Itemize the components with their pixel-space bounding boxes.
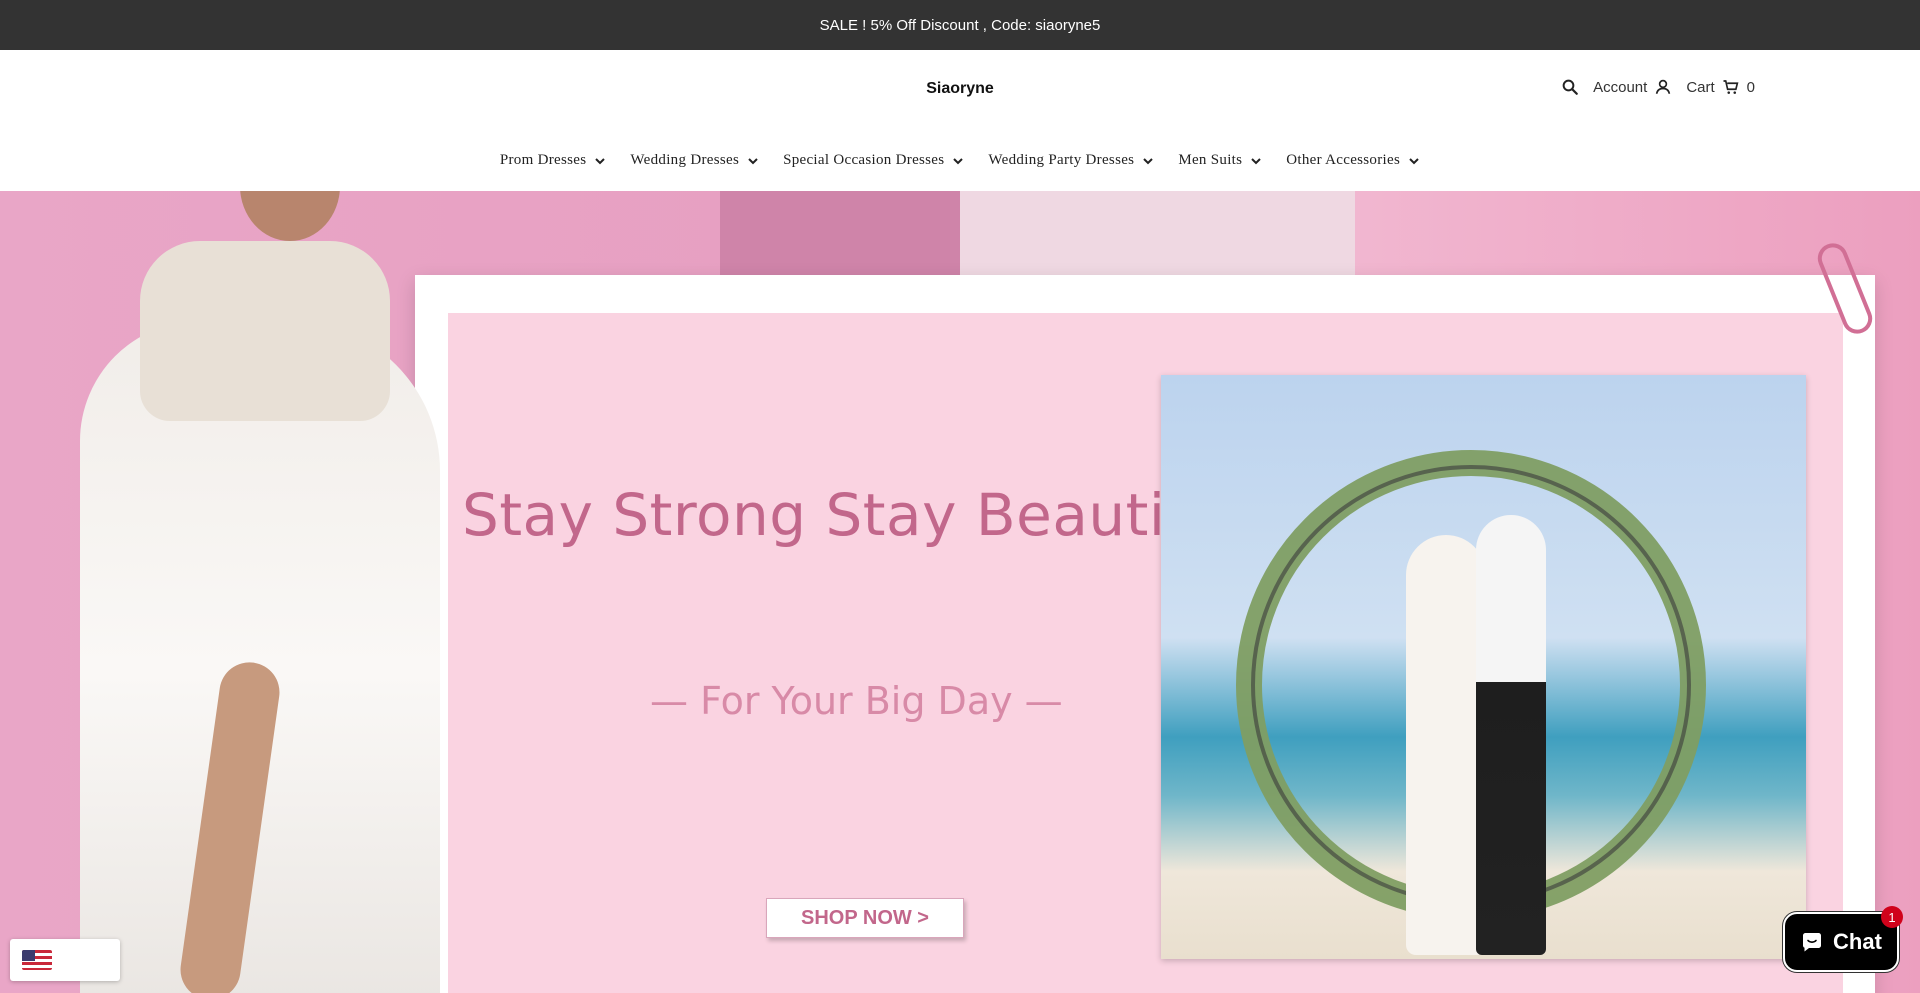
chevron-down-icon [595,157,606,164]
account-label: Account [1593,78,1648,96]
dress-shape [80,321,440,993]
nav-item-label: Prom Dresses [499,152,587,168]
nav-item-men-suits[interactable]: Men Suits [1178,152,1262,169]
nav-item-label: Special Occasion Dresses [783,152,945,168]
wedding-couple-photo [1161,375,1806,959]
site-header: Siaoryne Account Cart 0 [0,50,1920,138]
nav-item-wedding-party-dresses[interactable]: Wedding Party Dresses [988,152,1154,169]
nav-item-other-accessories[interactable]: Other Accessories [1286,152,1420,169]
nav-item-label: Men Suits [1178,152,1243,168]
main-nav: Prom Dresses Wedding Dresses Special Occ… [0,138,1920,191]
chat-unread-badge: 1 [1881,906,1903,928]
hero-background-band [960,191,1355,281]
hero-background-band [720,191,960,281]
shop-now-button[interactable]: SHOP NOW > [766,898,964,938]
hero-banner[interactable]: Stay Strong Stay Beautiful — For Your Bi… [0,191,1920,993]
chevron-down-icon [1251,157,1261,164]
lace-bodice-shape [140,241,390,421]
chevron-down-icon [1409,157,1419,164]
groom-shape [1476,515,1546,955]
announcement-bar: SALE ! 5% Off Discount , Code: siaoryne5 [0,0,1920,50]
hero-model-image [40,191,540,993]
search-button[interactable] [1561,78,1579,96]
user-icon [1656,79,1671,94]
nav-item-label: Wedding Party Dresses [988,152,1135,168]
cart-label: Cart [1686,78,1715,96]
chevron-down-icon [1143,157,1154,164]
announcement-text: SALE ! 5% Off Discount , Code: siaoryne5 [819,16,1101,34]
chevron-down-icon [748,157,758,164]
flag-canton [22,950,35,961]
us-flag-icon [22,950,52,970]
chat-label: Chat [1833,929,1882,954]
cart-count: 0 [1746,78,1755,96]
bride-shape [1406,535,1486,955]
search-icon [1562,79,1578,95]
nav-item-special-occasion-dresses[interactable]: Special Occasion Dresses [783,152,964,169]
cart-link[interactable]: Cart 0 [1686,78,1755,96]
chat-bubble-icon [1803,933,1822,952]
account-link[interactable]: Account [1593,78,1672,96]
currency-selector[interactable] [10,939,120,981]
nav-item-wedding-dresses[interactable]: Wedding Dresses [630,152,759,169]
cart-icon [1723,80,1739,94]
model-head-shape [240,191,340,241]
chevron-down-icon [953,157,964,164]
nav-item-prom-dresses[interactable]: Prom Dresses [500,152,607,169]
hero-subtitle: — For Your Big Day — [650,679,1063,723]
hero-title: Stay Strong Stay Beautiful [462,481,1241,549]
nav-item-label: Other Accessories [1286,152,1401,168]
nav-item-label: Wedding Dresses [630,152,740,168]
header-tools: Account Cart 0 [1561,78,1755,96]
